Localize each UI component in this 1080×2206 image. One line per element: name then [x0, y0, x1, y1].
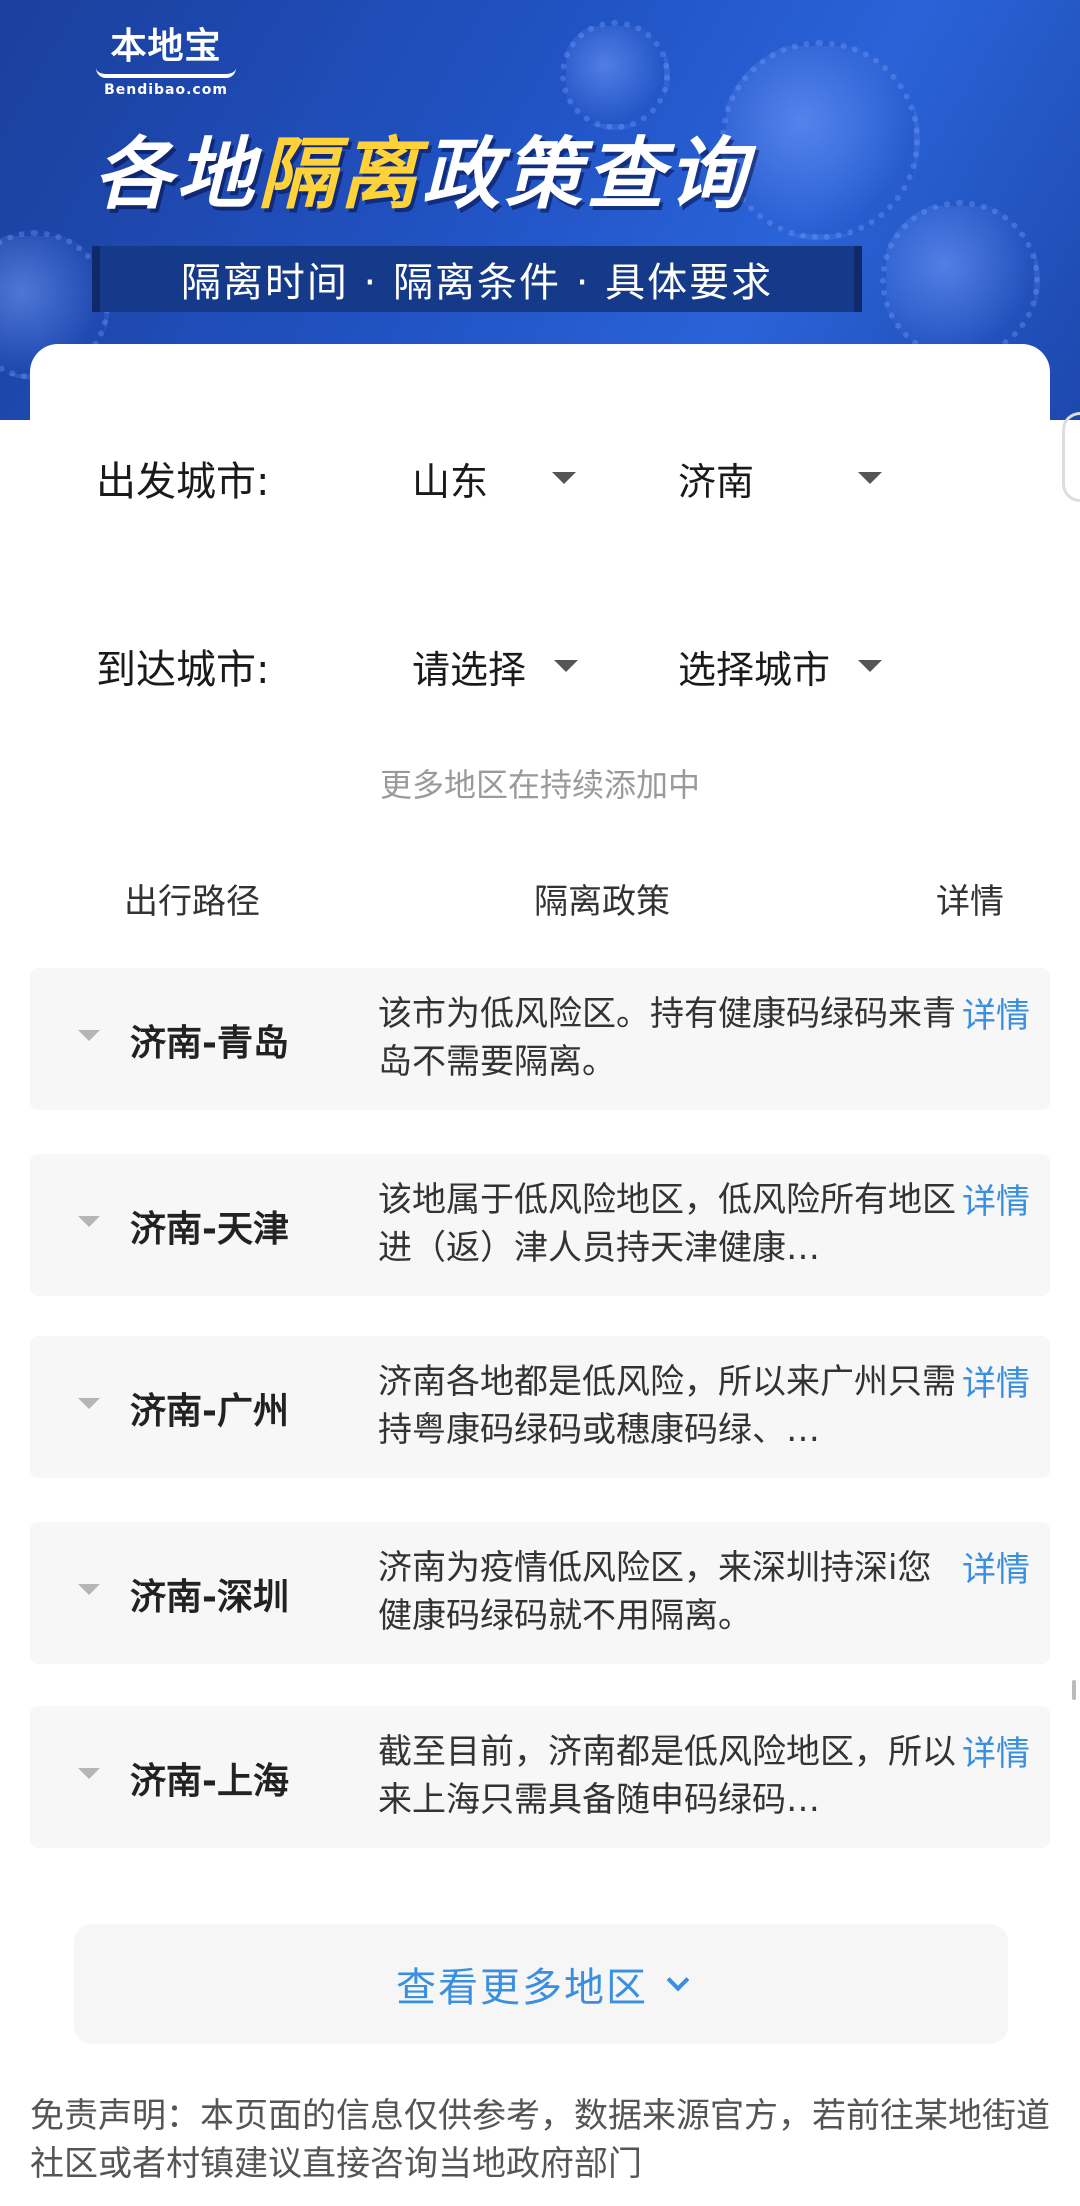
arrival-city-value: 选择城市	[678, 647, 831, 692]
side-handle	[1062, 412, 1080, 502]
virus-decoration	[880, 200, 1040, 360]
view-more-label: 查看更多地区	[396, 1965, 648, 2011]
arrival-row: 到达城市:	[96, 636, 406, 696]
detail-link[interactable]: 详情	[962, 1542, 1030, 1591]
caret-down-icon[interactable]	[78, 1768, 100, 1779]
route-label: 济南-上海	[130, 1761, 289, 1802]
detail-link[interactable]: 详情	[962, 988, 1030, 1037]
table-row[interactable]: 济南-上海 截至目前，济南都是低风险地区，所以来上海只需具备随申码绿码… 详情	[30, 1706, 1050, 1848]
arrival-label: 到达城市:	[96, 647, 270, 693]
caret-down-icon	[858, 660, 882, 672]
bendibao-logo: 本地宝 Bendibao.com	[96, 26, 236, 98]
column-header-detail: 详情	[936, 882, 1004, 922]
caret-down-icon[interactable]	[78, 1216, 100, 1227]
view-more-regions-button[interactable]: 查看更多地区	[74, 1924, 1008, 2044]
caret-down-icon	[858, 472, 882, 484]
banner-title: 各地隔离政策查询	[94, 112, 750, 224]
departure-label: 出发城市:	[96, 459, 270, 505]
route-label: 济南-广州	[130, 1391, 289, 1432]
table-row[interactable]: 济南-天津 该地属于低风险地区，低风险所有地区进（返）津人员持天津健康… 详情	[30, 1154, 1050, 1296]
caret-down-icon[interactable]	[78, 1030, 100, 1041]
departure-province-value: 山东	[412, 459, 489, 504]
detail-link[interactable]: 详情	[962, 1726, 1030, 1775]
departure-row: 出发城市:	[96, 448, 406, 508]
arrival-city-select[interactable]: 选择城市	[678, 636, 918, 696]
logo-text: 本地宝	[110, 26, 222, 67]
caret-down-icon[interactable]	[78, 1398, 100, 1409]
chevron-down-icon	[666, 1968, 690, 1992]
policy-text: 截至目前，济南都是低风险地区，所以来上海只需具备随申码绿码…	[378, 1732, 956, 1820]
departure-province-select[interactable]: 山东	[412, 448, 582, 508]
departure-city-select[interactable]: 济南	[678, 448, 898, 508]
banner-title-part1: 各地	[94, 130, 259, 220]
column-header-policy: 隔离政策	[534, 882, 670, 922]
banner-subtitle-strip: 隔离时间 · 隔离条件 · 具体要求	[92, 246, 862, 312]
logo-swoosh	[96, 68, 236, 78]
route-label: 济南-深圳	[130, 1577, 289, 1618]
table-row[interactable]: 济南-青岛 该市为低风险区。持有健康码绿码来青岛不需要隔离。 详情	[30, 968, 1050, 1110]
banner-title-highlight: 隔离	[258, 130, 423, 220]
route-label: 济南-天津	[130, 1209, 289, 1250]
more-regions-note: 更多地区在持续添加中	[379, 766, 700, 804]
table-row[interactable]: 济南-深圳 济南为疫情低风险区，来深圳持深i您健康码绿码就不用隔离。 详情	[30, 1522, 1050, 1664]
table-row[interactable]: 济南-广州 济南各地都是低风险，所以来广州只需持粤康码绿码或穗康码绿、… 详情	[30, 1336, 1050, 1478]
page: 本地宝 Bendibao.com 各地隔离政策查询 隔离时间 · 隔离条件 · …	[0, 0, 1080, 2206]
detail-link[interactable]: 详情	[962, 1174, 1030, 1223]
banner-subtitle: 隔离时间 · 隔离条件 · 具体要求	[180, 260, 774, 306]
scrollbar[interactable]	[1072, 1680, 1076, 1700]
disclaimer-text: 免责声明：本页面的信息仅供参考，数据来源官方，若前往某地街道社区或者村镇建议直接…	[30, 2096, 1050, 2184]
banner-title-part2: 政策查询	[422, 130, 751, 220]
column-header-route: 出行路径	[124, 882, 260, 922]
policy-text: 该市为低风险区。持有健康码绿码来青岛不需要隔离。	[378, 994, 956, 1082]
arrival-province-select[interactable]: 请选择	[412, 636, 602, 696]
policy-text: 济南各地都是低风险，所以来广州只需持粤康码绿码或穗康码绿、…	[378, 1362, 956, 1450]
caret-down-icon[interactable]	[78, 1584, 100, 1595]
caret-down-icon	[552, 472, 576, 484]
logo-subtext: Bendibao.com	[104, 82, 228, 98]
policy-text: 济南为疫情低风险区，来深圳持深i您健康码绿码就不用隔离。	[378, 1548, 932, 1636]
arrival-province-value: 请选择	[412, 647, 527, 692]
detail-link[interactable]: 详情	[962, 1356, 1030, 1405]
caret-down-icon	[554, 660, 578, 672]
departure-city-value: 济南	[678, 459, 755, 504]
route-label: 济南-青岛	[130, 1023, 289, 1064]
policy-text: 该地属于低风险地区，低风险所有地区进（返）津人员持天津健康…	[378, 1180, 956, 1268]
